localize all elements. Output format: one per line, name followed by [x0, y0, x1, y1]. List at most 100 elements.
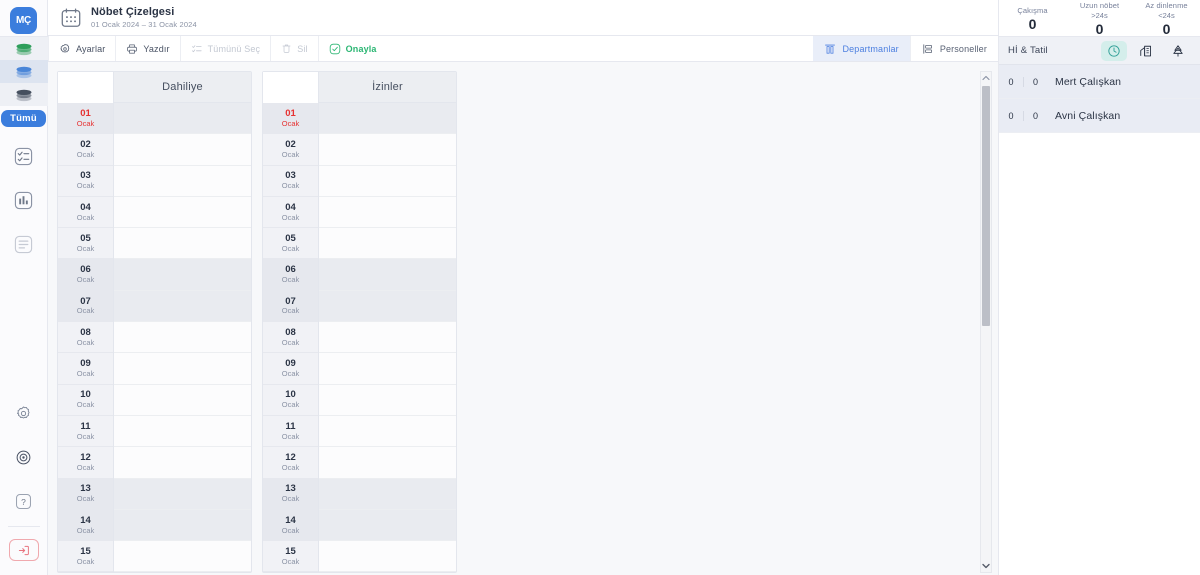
- shift-cell[interactable]: [114, 196, 251, 229]
- shift-cell[interactable]: [114, 447, 251, 479]
- shift-cell[interactable]: [114, 165, 251, 197]
- person-count-2: 0: [1023, 76, 1047, 87]
- print-button[interactable]: Yazdır: [116, 36, 181, 61]
- settings-button[interactable]: Ayarlar: [48, 36, 117, 61]
- shift-cell[interactable]: [319, 196, 456, 229]
- shift-cell[interactable]: [114, 322, 251, 354]
- toolbar: Ayarlar Yazdır Tümünü Seç Sil Onayla Dep…: [48, 36, 998, 62]
- shift-cell[interactable]: [319, 322, 456, 354]
- stat-low-rest-sublabel: <24s: [1158, 10, 1175, 20]
- day-month: Ocak: [281, 400, 300, 410]
- chart-bar-icon: [14, 191, 33, 209]
- shift-cell[interactable]: [114, 290, 251, 323]
- shift-cell[interactable]: [319, 384, 456, 416]
- day-number: 01: [80, 107, 91, 119]
- day-month: Ocak: [281, 275, 300, 285]
- day-month: Ocak: [76, 306, 95, 316]
- day-month: Ocak: [281, 431, 300, 441]
- shift-cell[interactable]: [319, 541, 456, 573]
- sidebar-item-tasks[interactable]: [9, 141, 39, 171]
- svg-text:?: ?: [21, 496, 26, 506]
- day-cell: 04 Ocak: [58, 197, 113, 229]
- sidebar-item-help[interactable]: ?: [9, 486, 39, 516]
- sidebar-item-documents[interactable]: [9, 229, 39, 259]
- day-number: 05: [285, 232, 296, 244]
- printer-icon: [127, 44, 138, 54]
- layer-button-green[interactable]: [0, 37, 48, 60]
- person-row[interactable]: 0 0 Mert Çalışkan: [999, 65, 1200, 99]
- day-number: 09: [80, 358, 91, 370]
- day-month: Ocak: [76, 525, 95, 535]
- stat-conflicts-label: Çakışma: [1017, 5, 1048, 15]
- shift-cell[interactable]: [319, 259, 456, 291]
- stats-row: Çakışma 0 Uzun nöbet >24s 0 Az dinlenme …: [999, 0, 1200, 37]
- sidebar-item-settings[interactable]: [9, 398, 39, 428]
- app-root: MÇ Tümü ? Nöbet Çizelgesi 01 Ocak 2024 –…: [0, 0, 1200, 575]
- page-title-block: Nöbet Çizelgesi 01 Ocak 2024 – 31 Ocak 2…: [91, 6, 197, 30]
- sidebar-item-reports[interactable]: [9, 185, 39, 215]
- shift-cell[interactable]: [114, 541, 251, 573]
- day-cell: 10 Ocak: [58, 385, 113, 416]
- person-row[interactable]: 0 0 Avni Çalışkan: [999, 99, 1200, 133]
- shift-cell[interactable]: [114, 353, 251, 385]
- day-month: Ocak: [281, 369, 300, 379]
- shift-cell[interactable]: [319, 134, 456, 166]
- delete-button[interactable]: Sil: [271, 36, 319, 61]
- shift-cell[interactable]: [114, 415, 251, 448]
- shift-cell[interactable]: [114, 478, 251, 510]
- right-panel: Çakışma 0 Uzun nöbet >24s 0 Az dinlenme …: [998, 0, 1200, 575]
- day-month: Ocak: [76, 400, 95, 410]
- shift-cell[interactable]: [114, 134, 251, 166]
- shift-cell[interactable]: [319, 415, 456, 448]
- help-icon: ?: [16, 493, 31, 509]
- panel-tab-hours[interactable]: [1101, 40, 1127, 61]
- logout-button[interactable]: [8, 539, 39, 561]
- scrollbar-track[interactable]: [981, 84, 991, 560]
- day-cell: 07 Ocak: [58, 290, 113, 323]
- brand-logo[interactable]: MÇ: [10, 7, 37, 34]
- shift-cell[interactable]: [319, 509, 456, 542]
- panel-tab-holiday[interactable]: [1165, 41, 1191, 61]
- panel-tab-weekday[interactable]: [1133, 41, 1159, 61]
- day-cell: 12 Ocak: [58, 447, 113, 479]
- shift-cell[interactable]: [114, 103, 251, 135]
- day-month: Ocak: [281, 337, 300, 347]
- day-month: Ocak: [281, 462, 300, 472]
- scroll-up-button[interactable]: [980, 72, 992, 84]
- tab-departments[interactable]: Departmanlar: [813, 36, 910, 61]
- layer-button-dark[interactable]: [0, 83, 48, 106]
- select-all-button[interactable]: Tümünü Seç: [181, 36, 272, 61]
- shift-cell[interactable]: [114, 259, 251, 291]
- shift-cell[interactable]: [319, 290, 456, 323]
- shift-cell[interactable]: [319, 103, 456, 135]
- clock-icon: [1108, 44, 1120, 57]
- day-number: 13: [80, 483, 91, 495]
- stat-long-shift-sublabel: >24s: [1091, 10, 1108, 20]
- shift-cell[interactable]: [319, 447, 456, 479]
- shift-cell[interactable]: [319, 165, 456, 197]
- day-cell: 06 Ocak: [263, 259, 318, 291]
- shift-cell[interactable]: [319, 478, 456, 510]
- day-month: Ocak: [281, 149, 300, 159]
- stat-long-shift-value: 0: [1095, 20, 1104, 37]
- day-cell: 10 Ocak: [263, 385, 318, 416]
- shift-cell[interactable]: [114, 228, 251, 260]
- shift-cell[interactable]: [319, 228, 456, 260]
- approve-button[interactable]: Onayla: [319, 36, 387, 61]
- shift-cell[interactable]: [114, 384, 251, 416]
- shift-cell[interactable]: [319, 353, 456, 385]
- day-month: Ocak: [281, 118, 300, 128]
- schedule-vertical-scrollbar[interactable]: [980, 71, 992, 573]
- toolbar-view-tabs: Departmanlar Personeller: [813, 36, 998, 61]
- approve-button-label: Onayla: [345, 43, 377, 54]
- shift-cell[interactable]: [114, 509, 251, 542]
- tab-personnel[interactable]: Personeller: [909, 36, 998, 61]
- sidebar-item-target[interactable]: [9, 442, 39, 472]
- scroll-down-button[interactable]: [980, 560, 992, 572]
- scrollbar-thumb[interactable]: [982, 86, 990, 326]
- day-number: 07: [80, 295, 91, 307]
- layer-button-blue[interactable]: [0, 60, 48, 83]
- all-layers-pill[interactable]: Tümü: [1, 110, 46, 127]
- day-number: 08: [80, 326, 91, 338]
- day-cell: 11 Ocak: [263, 416, 318, 448]
